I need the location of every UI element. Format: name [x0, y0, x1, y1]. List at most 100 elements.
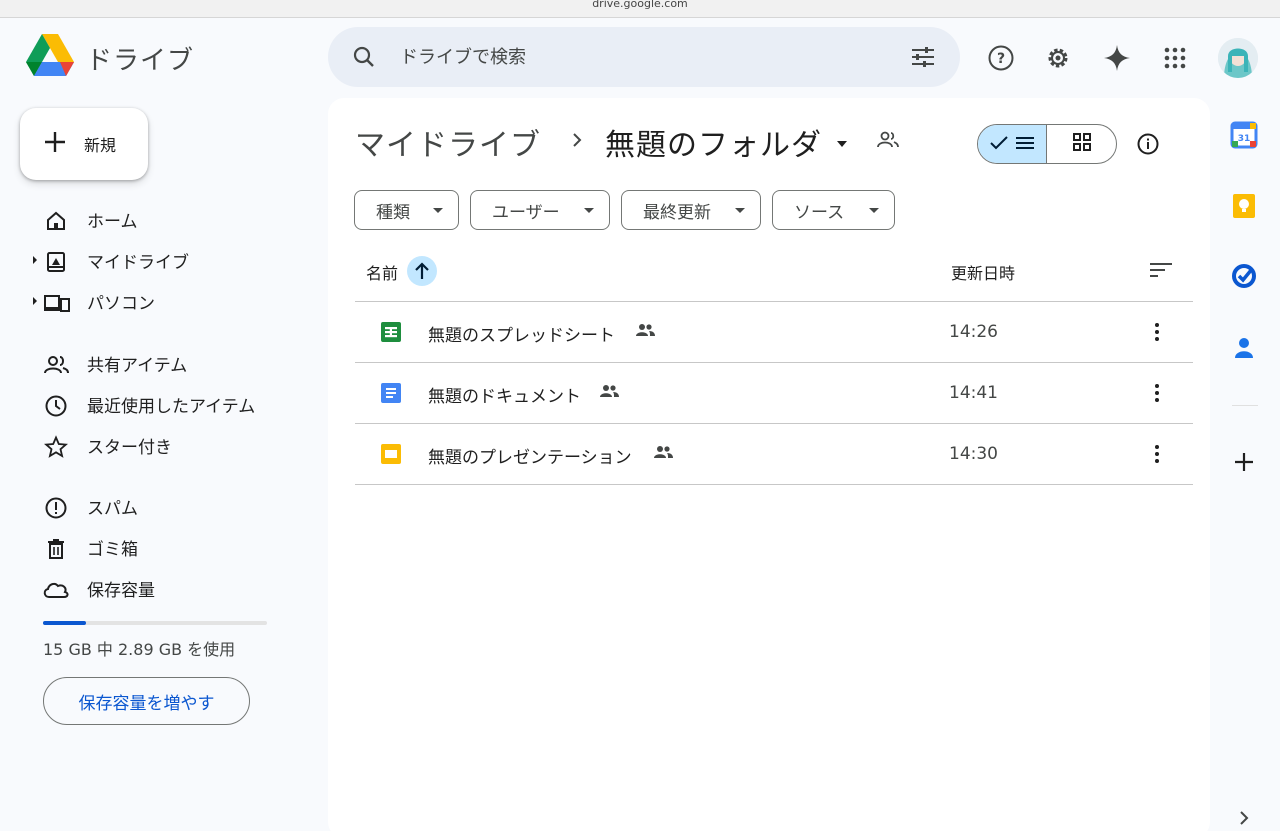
- cloud-icon: [42, 578, 70, 602]
- drive-logo-icon: [26, 34, 74, 82]
- table-row[interactable]: 無題のスプレッドシート 14:26: [355, 302, 1193, 363]
- main-content: マイドライブ 無題のフォルダ 種類 ユーザー 最終更新 ソース 名前 更新日時 …: [328, 98, 1210, 831]
- apps-grid-icon[interactable]: [1155, 38, 1195, 78]
- expand-arrow-icon[interactable]: [33, 256, 37, 264]
- gemini-sparkle-icon[interactable]: [1097, 38, 1137, 78]
- sidebar-item-recent[interactable]: 最近使用したアイテム: [0, 386, 300, 422]
- search-input[interactable]: [400, 27, 880, 87]
- sidebar-item-label: スター付き: [87, 437, 172, 458]
- sheets-icon: [381, 322, 401, 346]
- search-bar[interactable]: [328, 27, 960, 87]
- sidebar-item-label: 共有アイテム: [87, 355, 188, 376]
- view-toggle: [977, 124, 1117, 164]
- dropdown-caret-icon: [869, 208, 879, 213]
- sidebar-item-my-drive[interactable]: マイドライブ: [0, 242, 300, 278]
- filter-label: 種類: [376, 202, 410, 223]
- breadcrumb: マイドライブ 無題のフォルダ: [355, 120, 900, 164]
- more-options-icon[interactable]: [1145, 381, 1169, 405]
- sidebar-item-label: 最近使用したアイテム: [87, 396, 256, 417]
- list-view-button[interactable]: [978, 125, 1047, 163]
- sidebar-item-label: スパム: [87, 498, 138, 519]
- url-text: drive.google.com: [592, 0, 688, 10]
- sidebar-item-starred[interactable]: スター付き: [0, 427, 300, 463]
- spam-icon: [44, 496, 68, 520]
- drive-logo-link[interactable]: ドライブ: [26, 34, 194, 82]
- table-header: 名前 更新日時: [355, 248, 1193, 302]
- sidebar-item-label: マイドライブ: [87, 252, 189, 273]
- docs-icon: [381, 383, 401, 407]
- chevron-right-icon[interactable]: [1236, 810, 1252, 826]
- file-name[interactable]: 無題のドキュメント: [428, 382, 581, 407]
- search-options-icon[interactable]: [910, 45, 936, 73]
- svg-text:?: ?: [997, 51, 1005, 67]
- storage-progress-fill: [43, 621, 86, 625]
- url-bar[interactable]: drive.google.com: [0, 0, 1280, 18]
- modified-time: 14:30: [949, 444, 998, 464]
- dropdown-caret-icon: [584, 208, 594, 213]
- slides-icon: [381, 444, 401, 468]
- modified-time: 14:41: [949, 383, 998, 403]
- file-name[interactable]: 無題のスプレッドシート: [428, 321, 615, 346]
- tasks-icon[interactable]: [1230, 262, 1258, 290]
- trash-icon: [44, 537, 68, 561]
- sidebar-item-shared[interactable]: 共有アイテム: [0, 345, 300, 381]
- folder-menu-caret-icon[interactable]: [836, 133, 848, 152]
- filter-source-chip[interactable]: ソース: [772, 190, 895, 230]
- app-title: ドライブ: [86, 45, 195, 76]
- more-options-icon[interactable]: [1145, 320, 1169, 344]
- calendar-icon[interactable]: 31: [1230, 121, 1258, 149]
- sidebar-item-label: 保存容量: [87, 580, 155, 601]
- keep-icon[interactable]: [1230, 192, 1258, 220]
- list-icon: [1016, 135, 1034, 154]
- filter-people-chip[interactable]: ユーザー: [470, 190, 610, 230]
- grid-icon: [1072, 133, 1091, 155]
- column-header-name[interactable]: 名前: [366, 260, 398, 284]
- sort-ascending-icon[interactable]: [407, 256, 437, 286]
- search-icon[interactable]: [352, 45, 376, 73]
- column-header-modified[interactable]: 更新日時: [951, 260, 1015, 284]
- dropdown-caret-icon: [735, 208, 745, 213]
- sidebar-item-label: ゴミ箱: [87, 539, 138, 560]
- new-button-label: 新規: [84, 136, 117, 155]
- gear-icon[interactable]: [1038, 38, 1078, 78]
- star-icon: [44, 435, 68, 459]
- avatar[interactable]: [1218, 38, 1258, 78]
- file-name[interactable]: 無題のプレゼンテーション: [428, 443, 632, 468]
- filter-label: 最終更新: [643, 202, 711, 223]
- filter-type-chip[interactable]: 種類: [354, 190, 459, 230]
- buy-storage-button[interactable]: 保存容量を増やす: [43, 677, 250, 725]
- side-panel: 31: [1216, 98, 1272, 831]
- contacts-icon[interactable]: [1230, 334, 1258, 362]
- shared-people-icon: [599, 383, 619, 403]
- info-icon[interactable]: [1128, 124, 1168, 164]
- sidebar-item-label: パソコン: [87, 293, 155, 314]
- more-options-icon[interactable]: [1145, 442, 1169, 466]
- sidebar-item-computers[interactable]: パソコン: [0, 283, 300, 319]
- chevron-right-icon: [571, 132, 583, 152]
- filter-label: ユーザー: [492, 202, 560, 223]
- modified-time: 14:26: [949, 322, 998, 342]
- breadcrumb-current-folder[interactable]: 無題のフォルダ: [605, 120, 822, 164]
- table-row[interactable]: 無題のドキュメント 14:41: [355, 363, 1193, 424]
- computers-icon: [44, 291, 70, 315]
- dropdown-caret-icon: [433, 208, 443, 213]
- new-button[interactable]: 新規: [20, 108, 148, 180]
- breadcrumb-my-drive[interactable]: マイドライブ: [355, 120, 541, 164]
- sidebar-item-home[interactable]: ホーム: [0, 201, 300, 237]
- sort-options-icon[interactable]: [1149, 260, 1173, 284]
- check-icon: [990, 135, 1008, 154]
- my-drive-icon: [44, 250, 68, 274]
- help-icon[interactable]: ?: [981, 38, 1021, 78]
- sidebar-item-storage[interactable]: 保存容量: [0, 570, 300, 606]
- add-icon[interactable]: [1230, 448, 1258, 476]
- filter-modified-chip[interactable]: 最終更新: [621, 190, 761, 230]
- sidebar-item-trash[interactable]: ゴミ箱: [0, 529, 300, 565]
- home-icon: [44, 209, 68, 233]
- grid-view-button[interactable]: [1047, 125, 1116, 163]
- svg-text:31: 31: [1238, 134, 1251, 144]
- table-row[interactable]: 無題のプレゼンテーション 14:30: [355, 424, 1193, 485]
- sidebar-item-spam[interactable]: スパム: [0, 488, 300, 524]
- expand-arrow-icon[interactable]: [33, 297, 37, 305]
- plus-icon: [44, 131, 66, 157]
- shared-folder-icon[interactable]: [876, 130, 900, 154]
